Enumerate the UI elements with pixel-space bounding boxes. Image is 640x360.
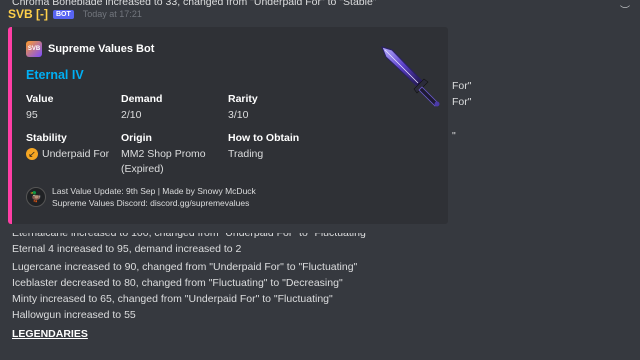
embed-footer: 🦆 Last Value Update: 9th Sep | Made by S…	[26, 185, 256, 209]
field-rarity: Rarity 3/10	[228, 93, 258, 123]
field-name: How to Obtain	[228, 132, 300, 144]
duck-avatar-icon: 🦆	[26, 187, 46, 207]
message-line: Minty increased to 65, changed from "Und…	[12, 293, 333, 305]
arrow-down-left-icon: ↙	[26, 148, 38, 161]
knife-icon[interactable]	[380, 45, 444, 109]
section-heading-legendaries: LEGENDARIES	[12, 328, 88, 340]
field-value-text: Trading	[228, 148, 264, 160]
field-value: Value 95	[26, 93, 53, 123]
username[interactable]: SVB [-]	[8, 7, 48, 21]
field-stability: Stability ↙ Underpaid For	[26, 132, 109, 162]
embed-title: Eternal IV	[26, 68, 84, 82]
field-name: Value	[26, 93, 54, 105]
bot-tag: BOT	[53, 9, 74, 19]
author-avatar-icon: SVB	[26, 41, 42, 57]
field-how-to-obtain: How to Obtain Trading	[228, 132, 299, 162]
embed-card: SVB Supreme Values Bot Eternal IV Value …	[8, 27, 448, 224]
field-demand: Demand 2/10	[121, 93, 162, 123]
field-origin: Origin MM2 Shop Promo (Expired)	[121, 132, 206, 177]
message-line: Eternalcane increased to 100, changed fr…	[12, 227, 370, 239]
origin-line-2: (Expired)	[121, 163, 164, 175]
message-line: Lugercane increased to 90, changed from …	[12, 261, 358, 273]
field-name: Stability	[26, 132, 67, 144]
field-name: Demand	[121, 93, 163, 105]
stability-value: Underpaid For	[42, 148, 110, 160]
message-fragment: For"	[452, 96, 472, 108]
origin-line-1: MM2 Shop Promo	[121, 148, 206, 160]
more-options-icon[interactable]: ︶	[620, 2, 630, 17]
message-line: Eternal 4 increased to 95, demand increa…	[12, 243, 242, 255]
field-value-text: 95	[26, 109, 38, 121]
message-fragment: For"	[452, 80, 472, 92]
message-fragment: "	[452, 130, 456, 142]
embed-author-name: Supreme Values Bot	[48, 43, 155, 55]
mouse-cursor	[92, 248, 95, 251]
footer-line-1: Last Value Update: 9th Sep | Made by Sno…	[52, 186, 256, 196]
field-value-text: 2/10	[121, 109, 142, 121]
timestamp: Today at 17:21	[82, 9, 142, 19]
message-line: Hallowgun increased to 55	[12, 309, 136, 321]
message-header: SVB [-] BOT Today at 17:21	[8, 7, 142, 21]
embed-author: SVB Supreme Values Bot	[26, 41, 154, 57]
message-line: Iceblaster decreased to 80, changed from…	[12, 277, 343, 289]
footer-line-2: Supreme Values Discord: discord.gg/supre…	[52, 198, 250, 208]
field-value-text: 3/10	[228, 109, 249, 121]
field-value-text: ↙ Underpaid For	[26, 147, 109, 162]
field-name: Rarity	[228, 93, 258, 105]
field-name: Origin	[121, 132, 152, 144]
